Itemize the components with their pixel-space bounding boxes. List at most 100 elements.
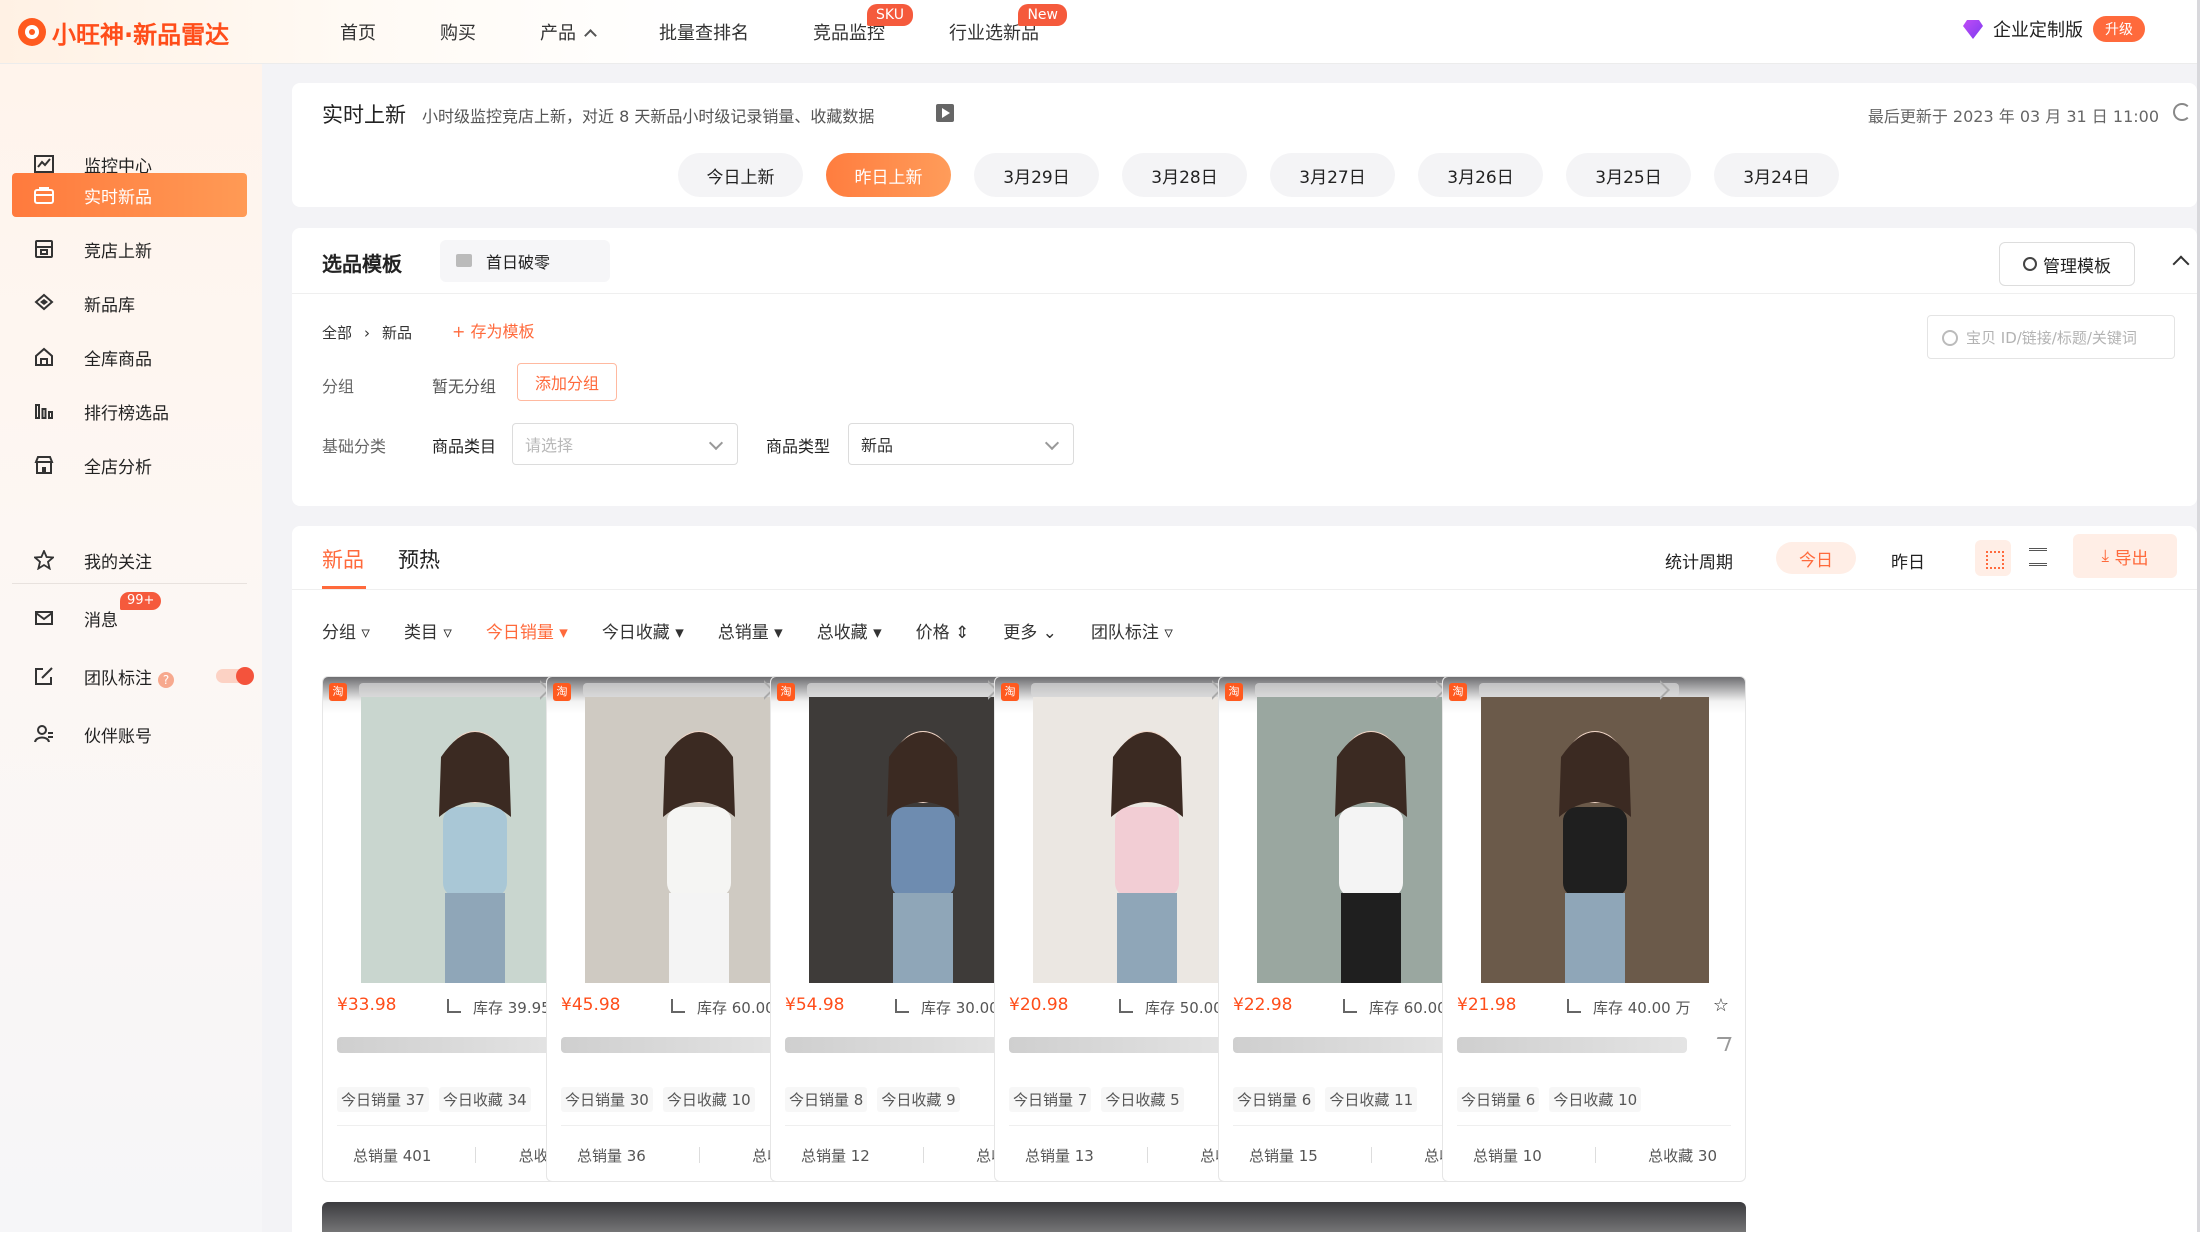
today-stats: 今日销量 7 今日收藏 5 [1009,1087,1184,1112]
enterprise-link[interactable]: 企业定制版 升级 [1963,16,2145,42]
tab-preheat[interactable]: 预热 [398,544,440,574]
sidebar-item-following[interactable]: 我的关注 [12,538,247,582]
product-price: ¥22.98 [1233,995,1293,1015]
refresh-icon[interactable] [2173,103,2191,121]
product-title-blurred[interactable] [1233,1037,1463,1053]
product-image[interactable]: 淘 [1443,677,1745,983]
taobao-icon: 淘 [329,683,347,701]
search-input[interactable]: 宝贝 ID/链接/标题/关键词 [1927,315,2175,359]
trend-icon[interactable] [895,999,909,1013]
sort-price[interactable]: 价格 ⇕ [916,618,970,643]
sidebar-item-team-notes[interactable]: 团队标注? [12,654,254,698]
nav-products[interactable]: 产品 [540,0,597,64]
product-price: ¥54.98 [785,995,845,1015]
sort-team-notes[interactable]: 团队标注 ▿ [1091,618,1173,643]
edit-icon [35,667,53,685]
sidebar-item-rankings[interactable]: 排行榜选品 [12,389,247,433]
favorite-star-icon[interactable]: ☆ [1713,995,1729,1016]
product-list-panel: 新品 预热 统计周期 今日 昨日 ⤓ 导出 分组 ▿ 类目 ▿ 今日销量 ▾ 今… [292,526,2197,1240]
shop-name-blurred [1255,683,1455,697]
nav-batch-rank[interactable]: 批量查排名 [659,0,749,64]
chart-icon [34,155,54,173]
nav-buy[interactable]: 购买 [440,0,476,64]
template-chip[interactable]: 首日破零 [440,240,610,282]
trend-icon[interactable] [1119,999,1133,1013]
sort-today-fav[interactable]: 今日收藏 ▾ [602,618,684,643]
product-card[interactable]: 淘 ¥21.98 库存 40.00 万 ☆ 今日销量 6 今日收藏 10 总销量 10 总收藏… [1442,676,1746,1182]
trend-icon[interactable] [447,999,461,1013]
nav-industry-new[interactable]: 行业选新品 New [949,0,1067,64]
today-stats: 今日销量 6 今日收藏 11 [1233,1087,1418,1112]
tab-new[interactable]: 新品 [322,544,364,574]
manage-template-button[interactable]: 管理模板 [1999,242,2135,286]
sidebar-item-messages[interactable]: 消息 99+ [12,592,247,640]
help-icon[interactable]: ? [158,671,174,688]
period-yesterday-button[interactable]: 昨日 [1891,548,1925,573]
sidebar-item-new-library[interactable]: 新品库 [12,281,247,325]
sidebar-item-partner-accounts[interactable]: 伙伴账号 [12,712,247,756]
period-today-button[interactable]: 今日 [1776,542,1856,574]
sort-today-sales[interactable]: 今日销量 ▾ [486,618,568,643]
collapse-icon[interactable] [2172,255,2190,273]
nav-label: 首页 [340,23,376,44]
trend-icon[interactable] [671,999,685,1013]
message-count-badge: 99+ [120,592,162,610]
date-tab-0325[interactable]: 3月25日 [1566,153,1691,197]
date-tab-0328[interactable]: 3月28日 [1122,153,1247,197]
sidebar-item-competitor-new[interactable]: 竞店上新 [12,227,247,271]
product-title-blurred[interactable] [1457,1037,1687,1053]
trend-icon[interactable] [1343,999,1357,1013]
sort-category[interactable]: 类目 ▿ [404,618,452,643]
date-tab-yesterday[interactable]: 昨日上新 [826,153,951,197]
today-stats: 今日销量 8 今日收藏 9 [785,1087,960,1112]
shop-icon [34,456,54,474]
sort-total-sales[interactable]: 总销量 ▾ [718,618,783,643]
sidebar-label: 消息 [84,610,118,631]
logo[interactable]: 小旺神·新品雷达 [18,14,229,50]
total-sales: 总销量 401 [353,1147,432,1165]
list-view-icon[interactable] [2029,548,2047,566]
product-photo [1481,697,1709,983]
date-tab-0327[interactable]: 3月27日 [1270,153,1395,197]
stat-separator [1147,1147,1148,1163]
trend-icon[interactable] [1567,999,1581,1013]
video-play-icon[interactable] [936,104,954,122]
export-button[interactable]: ⤓ 导出 [2073,534,2177,578]
new-badge: New [1018,4,1067,26]
sort-more[interactable]: 更多 ⌄ [1003,618,1057,643]
group-label: 分组 [322,377,355,396]
taobao-icon: 淘 [1449,683,1467,701]
nav-competitor-monitor[interactable]: 竞品监控 SKU [813,0,913,64]
chevron-up-icon [584,28,597,42]
add-group-button[interactable]: 添加分组 [517,363,617,401]
date-tab-0324[interactable]: 3月24日 [1714,153,1839,197]
date-tab-0329[interactable]: 3月29日 [974,153,1099,197]
export-label: 导出 [2114,548,2149,569]
category-select[interactable]: 请选择 [512,423,738,465]
sidebar-item-shop-analysis[interactable]: 全店分析 [12,443,247,487]
type-select[interactable]: 新品 [848,423,1074,465]
crumb-all[interactable]: 全部 [322,322,352,343]
shop-name-blurred [359,683,559,697]
page-subtitle: 小时级监控竞店上新，对近 8 天新品小时级记录销量、收藏数据 [422,107,875,126]
product-title-blurred[interactable] [561,1037,791,1053]
date-tab-0326[interactable]: 3月26日 [1418,153,1543,197]
shop-name-blurred [1031,683,1231,697]
sidebar-item-realtime-new[interactable]: 实时新品 [12,173,247,217]
nav-home[interactable]: 首页 [340,0,376,64]
product-title-blurred[interactable] [1009,1037,1239,1053]
save-template-link[interactable]: + 存为模板 [452,318,535,342]
product-title-blurred[interactable] [337,1037,567,1053]
product-title-blurred[interactable] [785,1037,1015,1053]
sort-total-fav[interactable]: 总收藏 ▾ [817,618,882,643]
upgrade-button[interactable]: 升级 [2093,16,2145,42]
team-notes-toggle[interactable] [216,667,254,685]
sidebar-item-all-goods[interactable]: 全库商品 [12,335,247,379]
grid-view-icon[interactable] [1975,540,2011,576]
today-sales: 今日销量 37 [337,1087,429,1112]
sidebar-label: 竞店上新 [84,241,152,262]
link-icon[interactable] [1712,1037,1732,1051]
sidebar-label: 团队标注? [84,664,174,689]
date-tab-today[interactable]: 今日上新 [678,153,803,197]
sort-group[interactable]: 分组 ▿ [322,618,370,643]
